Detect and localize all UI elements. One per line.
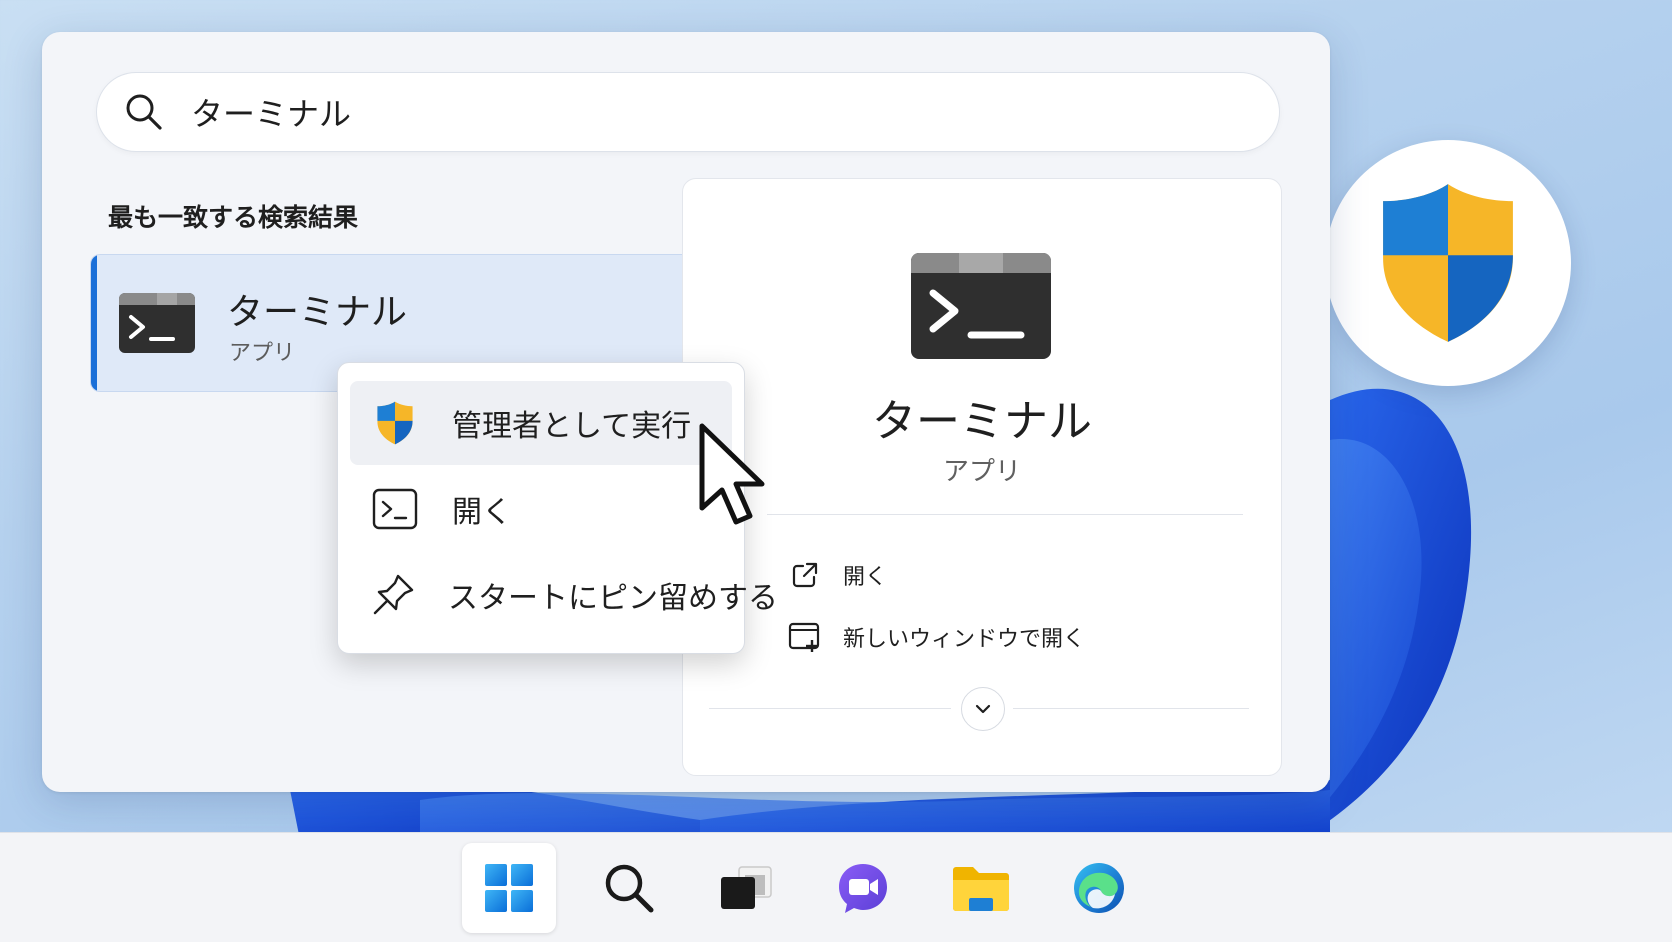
new-window-icon — [787, 619, 823, 655]
uac-shield-icon — [1383, 184, 1513, 342]
details-action-new-window-label: 新しいウィンドウで開く — [843, 627, 1086, 652]
chevron-down-icon — [975, 704, 991, 714]
mouse-cursor-icon — [699, 423, 765, 525]
taskbar — [0, 832, 1672, 942]
context-menu: 管理者として実行 開く スタートにピン留めする — [337, 362, 778, 654]
terminal-icon — [370, 484, 420, 534]
pin-icon — [370, 570, 416, 620]
details-action-open-label: 開く — [843, 565, 888, 590]
details-action-open[interactable]: 開く — [787, 557, 887, 593]
terminal-icon — [911, 253, 1051, 359]
taskbar-edge-button[interactable] — [1052, 843, 1146, 933]
expand-divider-right — [1013, 708, 1249, 709]
search-icon — [605, 864, 654, 913]
details-app-name: ターミナル — [872, 396, 1092, 447]
terminal-icon — [119, 293, 195, 353]
uac-shield-badge — [1325, 140, 1571, 386]
search-icon — [121, 89, 167, 135]
details-pane: ターミナル アプリ 開く 新しいウィンドウで開く — [682, 178, 1282, 776]
menu-item-label: 開く — [452, 495, 512, 530]
best-match-heading: 最も一致する検索結果 — [108, 203, 359, 232]
uac-shield-icon — [370, 398, 420, 448]
expand-more-button[interactable] — [961, 687, 1005, 731]
file-explorer-icon — [953, 867, 1009, 911]
details-app-type: アプリ — [942, 457, 1021, 487]
search-box[interactable] — [96, 72, 1280, 152]
expand-divider-left — [709, 708, 951, 709]
task-view-icon — [721, 866, 772, 909]
details-action-new-window[interactable]: 新しいウィンドウで開く — [787, 619, 1085, 655]
menu-item-run-as-admin[interactable]: 管理者として実行 — [350, 381, 732, 465]
taskbar-search-button[interactable] — [582, 843, 676, 933]
taskbar-teams-button[interactable] — [816, 843, 910, 933]
details-divider — [767, 514, 1243, 515]
menu-item-label: スタートにピン留めする — [448, 581, 778, 616]
open-external-icon — [787, 557, 823, 593]
windows-start-icon — [485, 864, 533, 912]
result-title: ターミナル — [227, 292, 408, 333]
edge-icon — [1074, 863, 1124, 913]
taskbar-file-explorer-button[interactable] — [934, 843, 1028, 933]
result-type: アプリ — [229, 341, 296, 366]
teams-icon — [839, 864, 887, 913]
menu-item-open[interactable]: 開く — [350, 467, 732, 551]
selection-accent — [91, 255, 97, 391]
taskbar-task-view-button[interactable] — [700, 843, 794, 933]
taskbar-start-button[interactable] — [462, 843, 556, 933]
menu-item-pin-to-start[interactable]: スタートにピン留めする — [350, 553, 778, 637]
menu-item-label: 管理者として実行 — [452, 409, 692, 444]
search-input[interactable] — [189, 92, 1193, 132]
